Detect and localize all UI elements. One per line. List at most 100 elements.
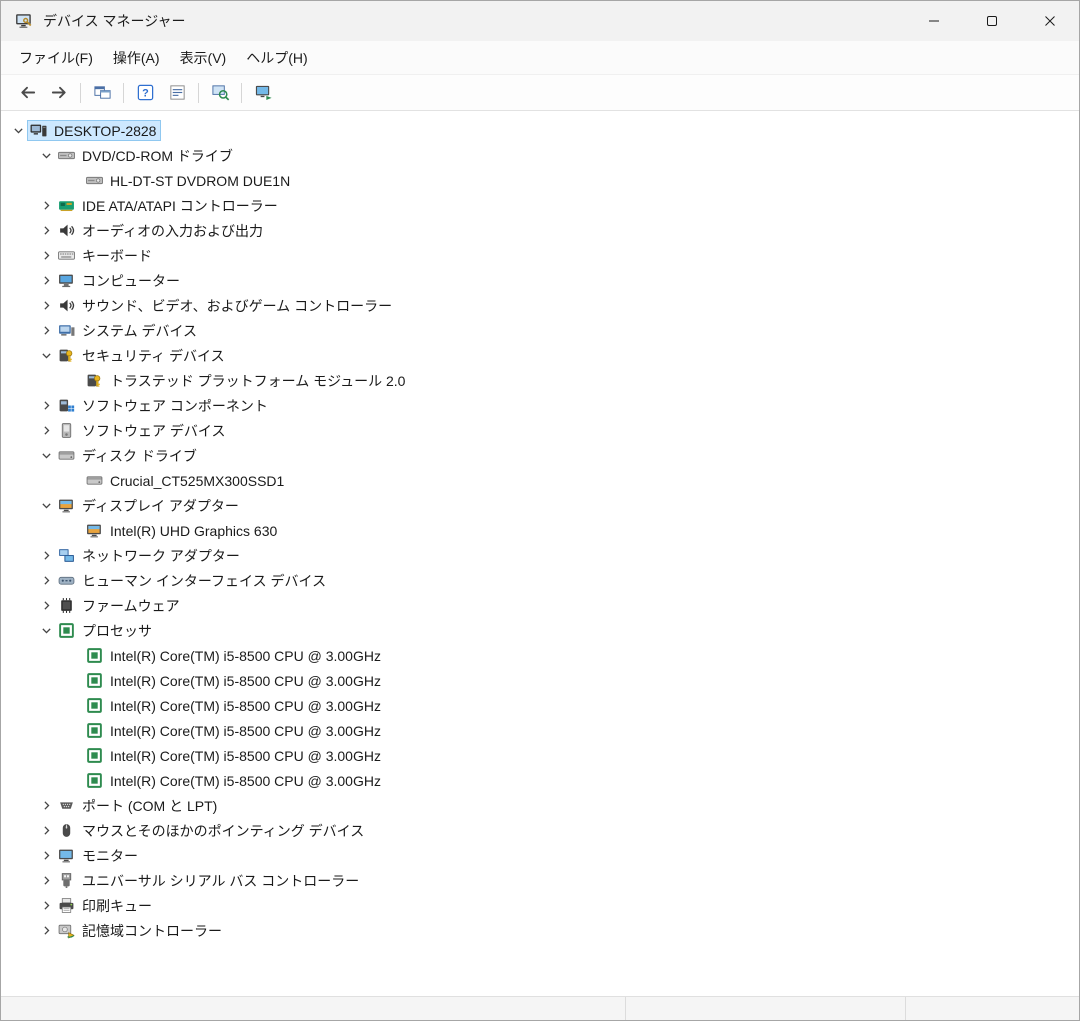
tree-item-label: サウンド、ビデオ、およびゲーム コントローラー: [82, 297, 393, 314]
toolbar-separator: [198, 82, 199, 103]
tree-item[interactable]: DESKTOP-2828: [1, 118, 1079, 143]
tree-item[interactable]: セキュリティ デバイス: [1, 343, 1079, 368]
menu-help[interactable]: ヘルプ(H): [236, 43, 317, 73]
tree-item[interactable]: Intel(R) Core(TM) i5-8500 CPU @ 3.00GHz: [1, 643, 1079, 668]
tree-item[interactable]: ネットワーク アダプター: [1, 543, 1079, 568]
chevron-right-icon[interactable]: [37, 248, 55, 264]
tree-item-label: Intel(R) Core(TM) i5-8500 CPU @ 3.00GHz: [110, 772, 381, 789]
chevron-right-icon[interactable]: [37, 273, 55, 289]
tree-item[interactable]: Intel(R) UHD Graphics 630: [1, 518, 1079, 543]
computer2-icon: [58, 272, 76, 289]
chevron-right-icon[interactable]: [37, 573, 55, 589]
chevron-right-icon[interactable]: [37, 198, 55, 214]
software-component-icon: [58, 397, 76, 414]
forward-button[interactable]: [45, 79, 73, 107]
tree-item[interactable]: モニター: [1, 843, 1079, 868]
chevron-down-icon[interactable]: [37, 348, 55, 364]
tree-item[interactable]: ユニバーサル シリアル バス コントローラー: [1, 868, 1079, 893]
tree-item-content: セキュリティ デバイス: [55, 344, 230, 368]
tree-item-label: ディスプレイ アダプター: [82, 497, 239, 514]
tree-item-label: Intel(R) UHD Graphics 630: [110, 522, 278, 539]
disk-icon: [86, 472, 104, 489]
tree-item-label: IDE ATA/ATAPI コントローラー: [82, 197, 278, 214]
minimize-button[interactable]: [905, 1, 963, 41]
chevron-right-icon[interactable]: [37, 423, 55, 439]
tree-item-content: モニター: [55, 844, 143, 868]
tree-item[interactable]: IDE ATA/ATAPI コントローラー: [1, 193, 1079, 218]
tree-item[interactable]: Intel(R) Core(TM) i5-8500 CPU @ 3.00GHz: [1, 743, 1079, 768]
processor-icon: [86, 722, 104, 739]
tree-item[interactable]: ソフトウェア コンポーネント: [1, 393, 1079, 418]
chevron-right-icon[interactable]: [37, 323, 55, 339]
tree-item[interactable]: ポート (COM と LPT): [1, 793, 1079, 818]
chevron-right-icon[interactable]: [37, 398, 55, 414]
printer-icon: [58, 897, 76, 914]
tree-item[interactable]: DVD/CD-ROM ドライブ: [1, 143, 1079, 168]
device-tree: DESKTOP-2828 DVD/CD-ROM ドライブ HL-DT-ST DVDR…: [1, 111, 1079, 996]
chevron-right-icon[interactable]: [37, 223, 55, 239]
chevron-right-icon[interactable]: [37, 923, 55, 939]
tree-item[interactable]: 記憶域コントローラー: [1, 918, 1079, 943]
chevron-right-icon[interactable]: [37, 598, 55, 614]
tree-item[interactable]: ディスク ドライブ: [1, 443, 1079, 468]
tree-item-label: ディスク ドライブ: [82, 447, 197, 464]
menu-action[interactable]: 操作(A): [103, 43, 170, 73]
maximize-button[interactable]: [963, 1, 1021, 41]
tree-item[interactable]: オーディオの入力および出力: [1, 218, 1079, 243]
chevron-right-icon[interactable]: [37, 823, 55, 839]
close-button[interactable]: [1021, 1, 1079, 41]
show-console-tree-button[interactable]: [88, 79, 116, 107]
disk-icon: [58, 447, 76, 464]
chevron-down-icon[interactable]: [37, 498, 55, 514]
toolbar-separator: [80, 82, 81, 103]
back-button[interactable]: [13, 79, 41, 107]
chevron-right-icon[interactable]: [37, 298, 55, 314]
tree-item[interactable]: トラステッド プラットフォーム モジュール 2.0: [1, 368, 1079, 393]
status-pane: [906, 997, 1079, 1020]
tree-item-content: システム デバイス: [55, 319, 202, 343]
update-driver-button[interactable]: [249, 79, 277, 107]
chevron-right-icon[interactable]: [37, 548, 55, 564]
chevron-right-icon[interactable]: [37, 798, 55, 814]
tree-item-content: 印刷キュー: [55, 894, 157, 918]
menu-file[interactable]: ファイル(F): [9, 43, 103, 73]
tree-item[interactable]: Intel(R) Core(TM) i5-8500 CPU @ 3.00GHz: [1, 693, 1079, 718]
tree-item[interactable]: ソフトウェア デバイス: [1, 418, 1079, 443]
tree-item[interactable]: Intel(R) Core(TM) i5-8500 CPU @ 3.00GHz: [1, 718, 1079, 743]
chevron-down-icon[interactable]: [9, 123, 27, 139]
tree-item-content: Intel(R) Core(TM) i5-8500 CPU @ 3.00GHz: [83, 720, 386, 741]
tree-item[interactable]: 印刷キュー: [1, 893, 1079, 918]
network-icon: [58, 547, 76, 564]
keyboard-icon: [58, 247, 76, 264]
sound-icon: [58, 297, 76, 314]
tree-item[interactable]: サウンド、ビデオ、およびゲーム コントローラー: [1, 293, 1079, 318]
chevron-right-icon[interactable]: [37, 873, 55, 889]
tree-item[interactable]: コンピューター: [1, 268, 1079, 293]
tree-item[interactable]: ディスプレイ アダプター: [1, 493, 1079, 518]
tree-item-label: Crucial_CT525MX300SSD1: [110, 472, 285, 489]
tree-item-label: Intel(R) Core(TM) i5-8500 CPU @ 3.00GHz: [110, 672, 381, 689]
tree-item-label: ネットワーク アダプター: [82, 547, 240, 564]
tree-item[interactable]: プロセッサ: [1, 618, 1079, 643]
tree-item[interactable]: HL-DT-ST DVDROM DUE1N: [1, 168, 1079, 193]
menu-view[interactable]: 表示(V): [170, 43, 237, 73]
chevron-down-icon[interactable]: [37, 448, 55, 464]
properties-button[interactable]: [163, 79, 191, 107]
tree-item[interactable]: ヒューマン インターフェイス デバイス: [1, 568, 1079, 593]
tree-item-content: ソフトウェア デバイス: [55, 419, 230, 443]
chevron-down-icon[interactable]: [37, 148, 55, 164]
tree-item[interactable]: キーボード: [1, 243, 1079, 268]
tree-item[interactable]: Intel(R) Core(TM) i5-8500 CPU @ 3.00GHz: [1, 768, 1079, 793]
scan-hardware-changes-button[interactable]: [206, 79, 234, 107]
tree-item[interactable]: システム デバイス: [1, 318, 1079, 343]
display-icon: [86, 522, 104, 539]
tree-item[interactable]: ファームウェア: [1, 593, 1079, 618]
tree-item[interactable]: Crucial_CT525MX300SSD1: [1, 468, 1079, 493]
status-bar: [1, 996, 1079, 1020]
chevron-down-icon[interactable]: [37, 623, 55, 639]
help-button[interactable]: ?: [131, 79, 159, 107]
chevron-right-icon[interactable]: [37, 898, 55, 914]
chevron-right-icon[interactable]: [37, 848, 55, 864]
tree-item[interactable]: Intel(R) Core(TM) i5-8500 CPU @ 3.00GHz: [1, 668, 1079, 693]
tree-item[interactable]: マウスとそのほかのポインティング デバイス: [1, 818, 1079, 843]
